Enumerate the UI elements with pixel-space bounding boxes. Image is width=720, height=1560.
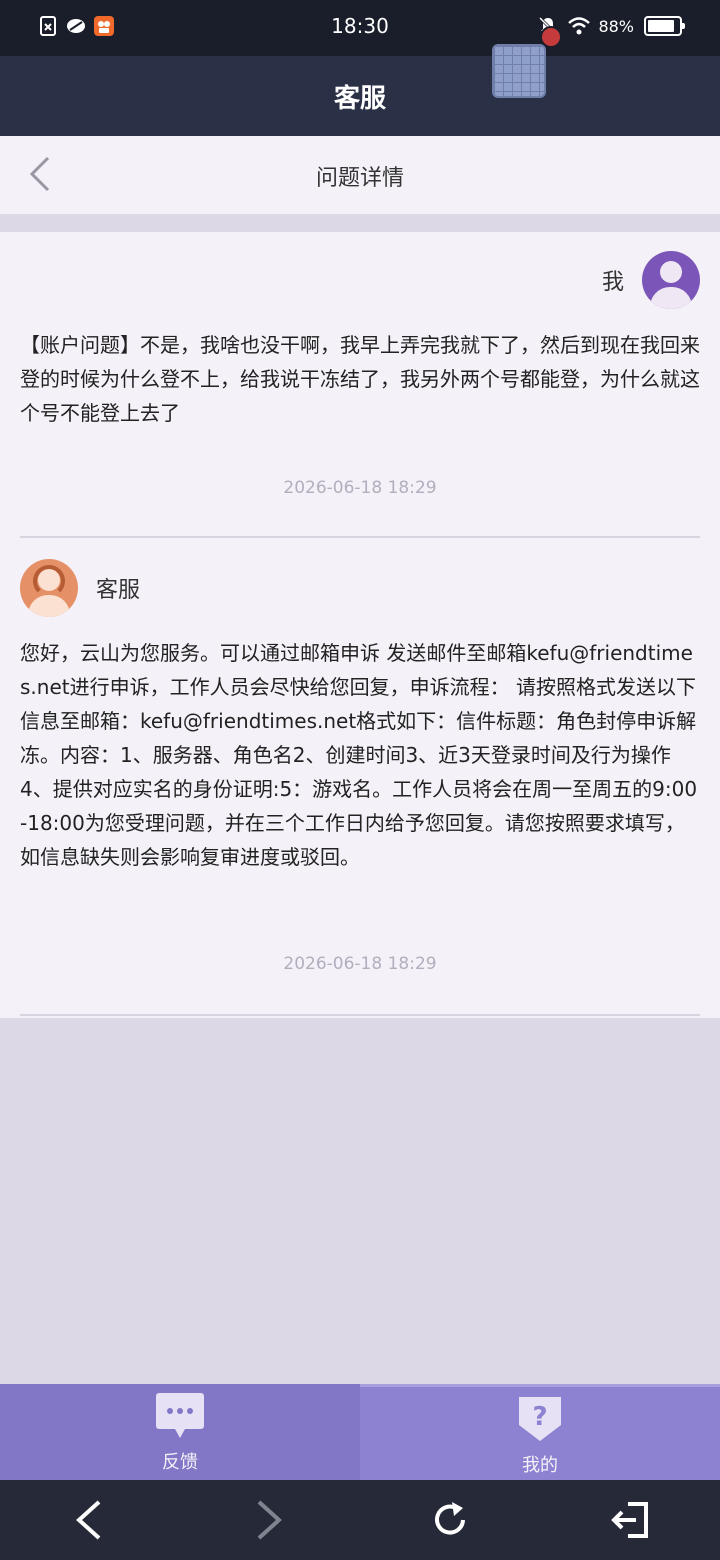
floating-sticker-icon[interactable]: [492, 26, 562, 98]
status-bar: 18:30 88%: [0, 0, 720, 56]
app-title: 客服: [333, 84, 386, 114]
battery-percent: 88%: [598, 16, 634, 36]
browser-nav-bar: [0, 1480, 720, 1560]
tab-mine-label: 我的: [522, 1455, 558, 1476]
user-message-header: 我: [602, 250, 700, 310]
battery-icon: [644, 16, 685, 36]
app-header: 客服: [0, 56, 720, 136]
sub-header: 问题详情: [0, 136, 720, 214]
chat-bubble-icon: [155, 1392, 205, 1438]
tab-feedback[interactable]: 反馈: [0, 1384, 360, 1480]
headset-icon: [33, 565, 65, 597]
user-avatar: [642, 251, 700, 309]
avatar-body: [650, 287, 692, 309]
tab-mine[interactable]: ? 我的: [360, 1384, 720, 1480]
tab-bar: 反馈 ? 我的: [0, 1384, 720, 1480]
agent-sender-name: 客服: [96, 578, 141, 603]
user-message-text: 【账户问题】不是，我啥也没干啊，我早上弄完我就下了，然后到现在我回来登的时候为什…: [20, 333, 700, 425]
nav-refresh-button[interactable]: [428, 1498, 472, 1542]
user-sender-name: 我: [601, 270, 624, 295]
avatar-body: [28, 595, 70, 617]
message-divider: [20, 1014, 700, 1016]
message-divider: [20, 536, 700, 538]
agent-message-header: 客服: [20, 558, 140, 618]
page-title: 问题详情: [315, 166, 404, 191]
conversation: 我 【账户问题】不是，我啥也没干啊，我早上弄完我就下了，然后到现在我回来登的时候…: [0, 232, 720, 1018]
wifi-icon: [568, 16, 591, 36]
nav-exit-button[interactable]: [608, 1498, 652, 1542]
avatar-head: [660, 261, 682, 283]
question-icon: ?: [515, 1395, 565, 1441]
tab-feedback-label: 反馈: [162, 1452, 198, 1473]
refresh-icon: [435, 1502, 465, 1535]
exit-icon: [611, 1502, 648, 1538]
nav-forward-button[interactable]: [248, 1498, 292, 1542]
agent-avatar: [20, 559, 78, 617]
battery-fill: [648, 20, 674, 32]
notification-badge: [540, 26, 562, 48]
forward-arrow-icon: [257, 1500, 282, 1540]
user-message-timestamp: 2026-06-18 18:29: [283, 478, 437, 498]
svg-text:?: ?: [532, 1402, 547, 1432]
back-arrow-icon: [76, 1500, 101, 1540]
agent-message-text: 您好，云山为您服务。可以通过邮箱申诉 发送邮件至邮箱kefu@friendtim…: [20, 641, 698, 869]
nav-back-button[interactable]: [66, 1498, 110, 1542]
agent-message-timestamp: 2026-06-18 18:29: [283, 954, 437, 974]
